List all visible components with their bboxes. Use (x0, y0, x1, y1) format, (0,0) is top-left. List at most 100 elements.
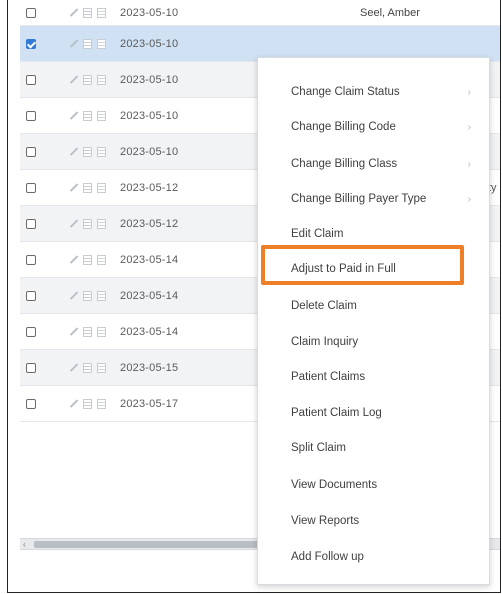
menu-item-label: Delete Claim (291, 300, 357, 312)
row-checkbox[interactable] (26, 74, 36, 85)
menu-item-view-documents[interactable]: View Documents (291, 479, 377, 491)
list-icon[interactable] (97, 182, 106, 193)
document-icon[interactable] (83, 254, 92, 265)
menu-item-label: Change Billing Code (291, 121, 396, 133)
row-actions (67, 289, 106, 301)
menu-item-change-billing-code[interactable]: Change Billing Code (291, 121, 396, 133)
list-icon[interactable] (97, 362, 106, 373)
document-icon[interactable] (83, 74, 92, 85)
edit-icon[interactable] (67, 73, 79, 84)
list-icon[interactable] (97, 218, 106, 229)
edit-icon[interactable] (67, 217, 79, 228)
document-icon[interactable] (83, 7, 92, 18)
menu-item-label: Edit Claim (291, 228, 344, 240)
menu-item-change-billing-payer-type[interactable]: Change Billing Payer Type (291, 193, 426, 205)
claim-date: 2023-05-10 (120, 145, 179, 158)
scroll-left-arrow-icon[interactable]: ‹ (23, 540, 26, 549)
menu-item-label: Patient Claims (291, 371, 366, 383)
edit-icon[interactable] (67, 145, 79, 156)
row-checkbox[interactable] (26, 290, 36, 301)
row-actions (67, 217, 106, 229)
row-checkbox[interactable] (26, 110, 36, 121)
edit-icon[interactable] (67, 109, 79, 120)
claim-date: 2023-05-10 (120, 37, 179, 50)
document-icon[interactable] (83, 290, 92, 301)
row-checkbox[interactable] (26, 398, 36, 409)
edit-icon[interactable] (67, 397, 79, 408)
document-icon[interactable] (83, 38, 92, 49)
list-icon[interactable] (97, 290, 106, 301)
row-actions (67, 253, 106, 265)
menu-item-label: Patient Claim Log (291, 407, 382, 419)
edit-icon[interactable] (67, 6, 79, 17)
list-icon[interactable] (97, 38, 106, 49)
row-actions (67, 397, 106, 409)
list-icon[interactable] (97, 74, 106, 85)
menu-item-patient-claim-log[interactable]: Patient Claim Log (291, 407, 382, 419)
menu-item-view-reports[interactable]: View Reports (291, 515, 359, 527)
row-checkbox[interactable] (26, 218, 36, 229)
row-checkbox[interactable] (26, 146, 36, 157)
row-actions (67, 325, 106, 337)
menu-item-label: Change Billing Class (291, 158, 398, 170)
table-row[interactable]: 2023-05-10 Seel, Amber (20, 0, 500, 26)
menu-item-label: Change Claim Status (291, 86, 400, 98)
document-icon[interactable] (83, 326, 92, 337)
menu-item-label: View Reports (291, 515, 360, 527)
menu-item-patient-claims[interactable]: Patient Claims (291, 371, 365, 383)
row-actions (67, 181, 106, 193)
chevron-right-icon: › (467, 87, 471, 98)
claim-date: 2023-05-12 (120, 217, 179, 230)
menu-item-delete-claim[interactable]: Delete Claim (291, 300, 357, 312)
menu-item-label: View Documents (291, 479, 378, 491)
document-icon[interactable] (83, 218, 92, 229)
list-icon[interactable] (97, 146, 106, 157)
row-actions (67, 145, 106, 157)
menu-item-change-claim-status[interactable]: Change Claim Status (291, 86, 400, 98)
claim-date: 2023-05-14 (120, 253, 179, 266)
claim-date: 2023-05-14 (120, 325, 179, 338)
row-checkbox[interactable] (26, 254, 36, 265)
document-icon[interactable] (83, 146, 92, 157)
list-icon[interactable] (97, 254, 106, 265)
row-checkbox[interactable] (26, 326, 36, 337)
edit-icon[interactable] (67, 325, 79, 336)
row-actions (67, 361, 106, 373)
menu-item-label: Split Claim (291, 442, 346, 454)
claim-date: 2023-05-10 (120, 73, 179, 86)
document-icon[interactable] (83, 398, 92, 409)
edit-icon[interactable] (67, 37, 79, 48)
edit-icon[interactable] (67, 253, 79, 264)
document-icon[interactable] (83, 362, 92, 373)
document-icon[interactable] (83, 110, 92, 121)
patient-name: Seel, Amber (360, 6, 420, 19)
list-icon[interactable] (97, 398, 106, 409)
claim-context-menu: Change Claim Status › Change Billing Code ›… (257, 57, 490, 585)
menu-item-label: Change Billing Payer Type (291, 193, 427, 205)
menu-item-split-claim[interactable]: Split Claim (291, 442, 346, 454)
row-actions (67, 109, 106, 121)
menu-item-label: Claim Inquiry (291, 336, 359, 348)
list-icon[interactable] (97, 110, 106, 121)
row-actions (67, 6, 106, 18)
menu-item-claim-inquiry[interactable]: Claim Inquiry (291, 336, 358, 348)
scroll-thumb[interactable] (34, 541, 274, 548)
edit-icon[interactable] (67, 181, 79, 192)
claim-date: 2023-05-14 (120, 289, 179, 302)
menu-item-edit-claim[interactable]: Edit Claim (291, 228, 343, 240)
row-checkbox[interactable] (26, 182, 36, 193)
edit-icon[interactable] (67, 361, 79, 372)
list-icon[interactable] (97, 326, 106, 337)
list-icon[interactable] (97, 7, 106, 18)
row-actions (67, 73, 106, 85)
claim-date: 2023-05-10 (120, 6, 179, 19)
menu-item-change-billing-class[interactable]: Change Billing Class (291, 158, 397, 170)
claim-date: 2023-05-15 (120, 361, 179, 374)
edit-icon[interactable] (67, 289, 79, 300)
row-checkbox[interactable] (26, 38, 36, 49)
chevron-right-icon: › (467, 194, 471, 205)
menu-item-add-follow-up[interactable]: Add Follow up (291, 551, 364, 563)
row-checkbox[interactable] (26, 362, 36, 373)
row-checkbox[interactable] (26, 7, 36, 18)
document-icon[interactable] (83, 182, 92, 193)
